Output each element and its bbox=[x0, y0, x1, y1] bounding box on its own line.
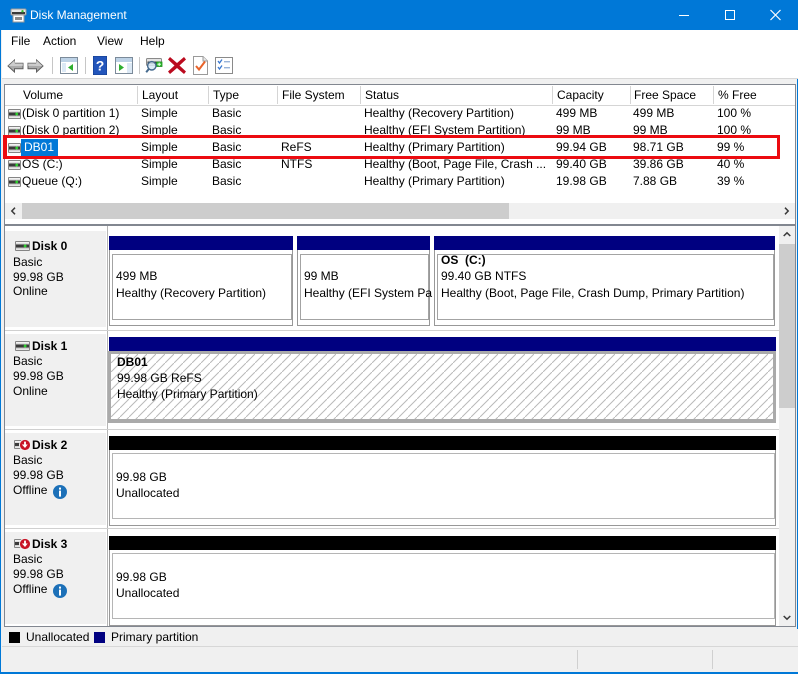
svg-text:?: ? bbox=[96, 58, 105, 74]
